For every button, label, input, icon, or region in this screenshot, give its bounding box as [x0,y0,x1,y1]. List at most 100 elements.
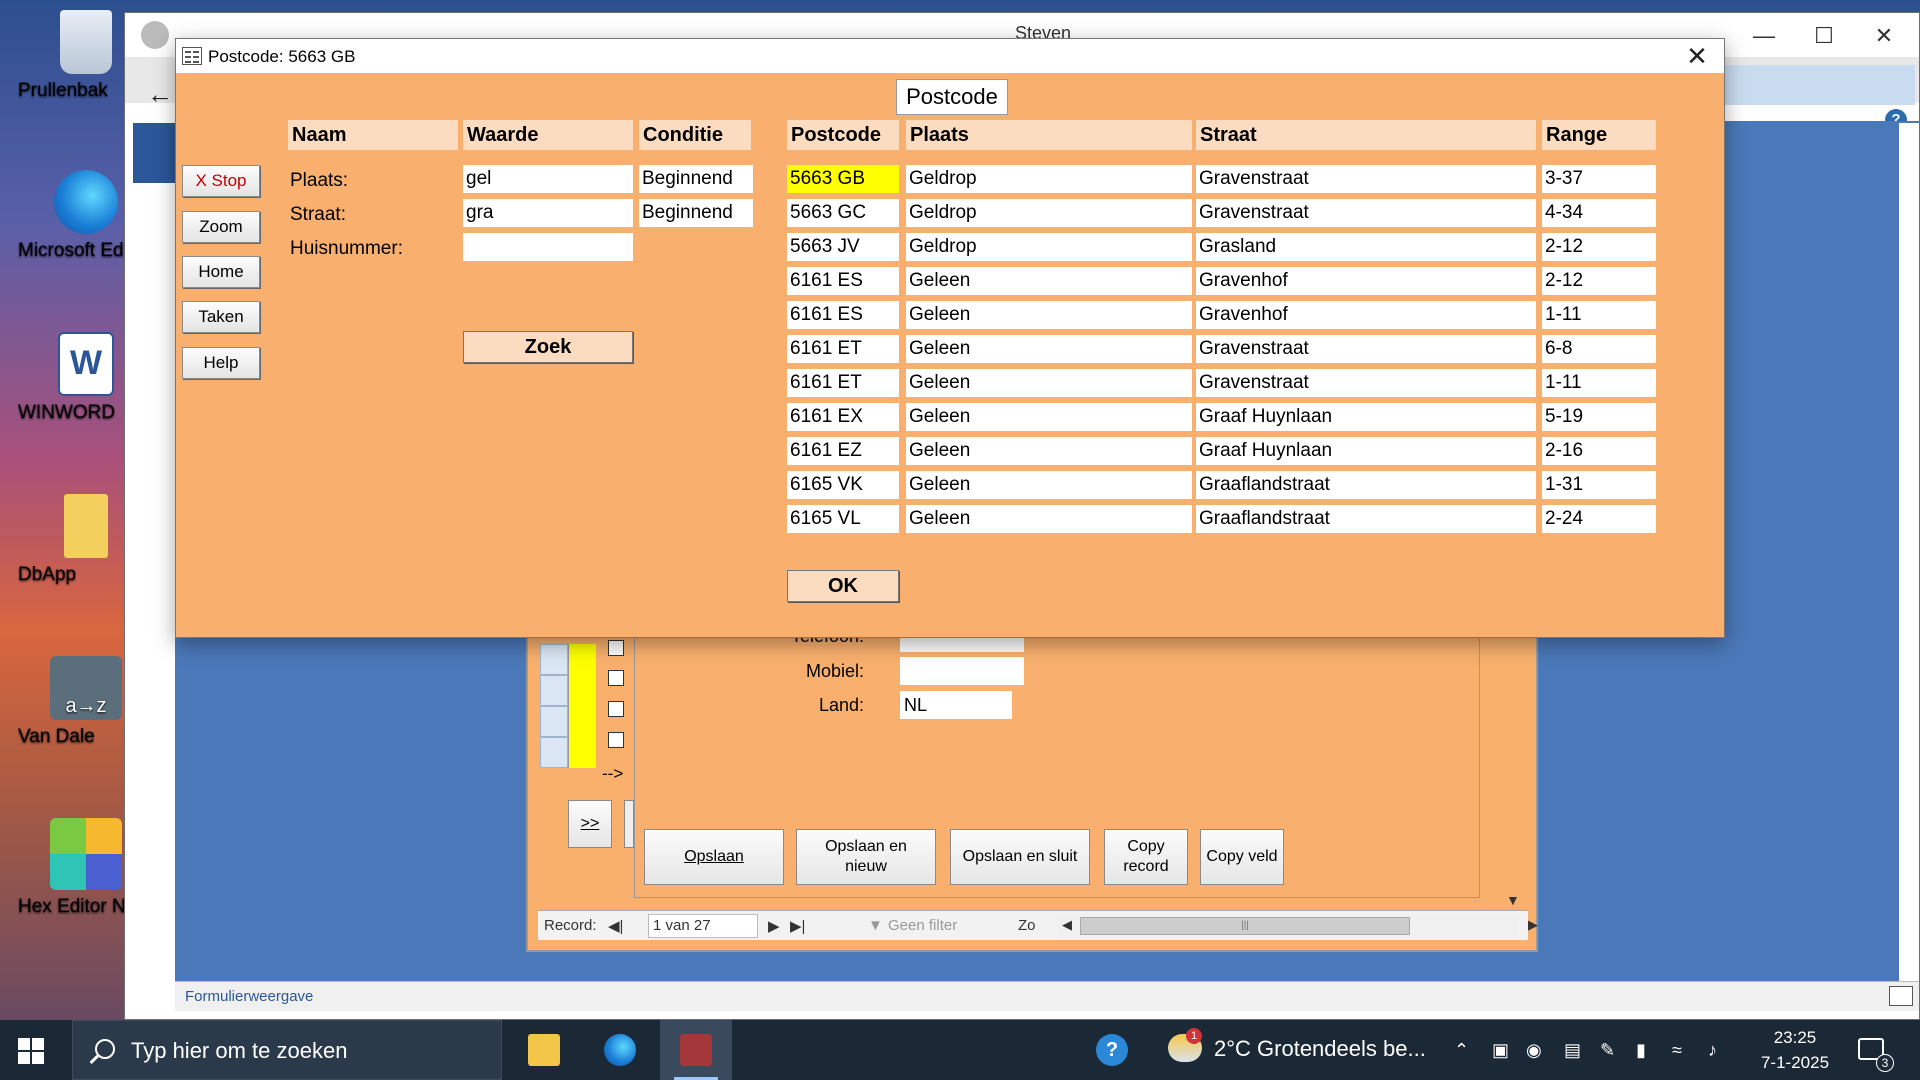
mobiel-field[interactable] [900,657,1024,685]
result-cell-plaats[interactable]: Geleen [906,403,1192,431]
checkbox[interactable] [608,670,624,686]
clock-date[interactable]: 7-1-2025 [1750,1053,1840,1073]
back-arrow-icon[interactable]: ← [147,79,173,110]
filter-icon[interactable]: ▼ [868,917,883,934]
windows-start-icon[interactable] [18,1038,44,1064]
result-cell-plaats[interactable]: Geleen [906,267,1192,295]
result-cell-straat[interactable]: Gravenstraat [1196,369,1536,397]
stop-button[interactable]: X Stop [182,165,260,197]
result-cell-plaats[interactable]: Geleen [906,505,1192,533]
battery-icon[interactable]: ▮ [1636,1040,1646,1061]
result-cell-range[interactable]: 1-11 [1542,301,1656,329]
close-window-button[interactable]: ✕ [1855,19,1913,53]
result-cell-postcode[interactable]: 6161 ES [787,267,899,295]
zoek-button[interactable]: Zoek [463,331,633,363]
scroll-down-arrow-icon[interactable]: ▼ [1506,892,1520,908]
result-cell-postcode[interactable]: 6161 EZ [787,437,899,465]
result-cell-range[interactable]: 3-37 [1542,165,1656,193]
chevron-up-icon[interactable]: ⌃ [1454,1040,1469,1061]
result-cell-range[interactable]: 2-24 [1542,505,1656,533]
result-cell-straat[interactable]: Gravenhof [1196,267,1536,295]
home-button[interactable]: Home [182,256,260,288]
result-cell-postcode[interactable]: 6161 ET [787,335,899,363]
result-cell-postcode[interactable]: 5663 GC [787,199,899,227]
record-selector[interactable] [540,706,568,737]
plaats-value-field[interactable]: gel [463,165,633,193]
result-cell-straat[interactable]: Graaf Huynlaan [1196,437,1536,465]
meet-icon[interactable]: ▣ [1492,1040,1509,1061]
result-cell-straat[interactable]: Graaflandstraat [1196,471,1536,499]
result-cell-plaats[interactable]: Geldrop [906,199,1192,227]
opslaan-button[interactable]: Opslaan [644,829,784,885]
navigation-pane-tab[interactable] [133,123,175,183]
scroll-thumb[interactable]: ||| [1080,917,1410,935]
result-cell-postcode[interactable]: 6165 VL [787,505,899,533]
result-cell-straat[interactable]: Gravenstraat [1196,165,1536,193]
result-cell-straat[interactable]: Gravenstraat [1196,335,1536,363]
record-number-input[interactable]: 1 van 27 [648,914,758,938]
result-cell-range[interactable]: 2-16 [1542,437,1656,465]
result-cell-plaats[interactable]: Geleen [906,301,1192,329]
result-cell-range[interactable]: 1-11 [1542,369,1656,397]
result-cell-postcode[interactable]: 5663 GB [787,165,899,193]
checkbox[interactable] [608,701,624,717]
result-cell-plaats[interactable]: Geleen [906,437,1192,465]
scroll-left-icon[interactable]: ◀ [1062,917,1072,933]
result-cell-postcode[interactable]: 5663 JV [787,233,899,261]
result-cell-postcode[interactable]: 6165 VK [787,471,899,499]
zoom-button[interactable]: Zoom [182,211,260,243]
wifi-icon[interactable]: ≈ [1672,1040,1682,1061]
result-cell-straat[interactable]: Grasland [1196,233,1536,261]
result-cell-plaats[interactable]: Geleen [906,471,1192,499]
result-cell-straat[interactable]: Gravenstraat [1196,199,1536,227]
record-selector[interactable] [540,675,568,706]
taskbar-edge[interactable] [584,1020,656,1080]
minimize-button[interactable]: — [1735,19,1793,53]
copy-veld-button[interactable]: Copy veld [1200,829,1284,885]
result-cell-range[interactable]: 5-19 [1542,403,1656,431]
weather-text[interactable]: 2°C Grotendeels be... [1214,1036,1426,1062]
camera-icon[interactable]: ◉ [1526,1040,1542,1061]
taken-button[interactable]: Taken [182,301,260,333]
taskbar-search-box[interactable]: Typ hier om te zoeken [72,1020,502,1080]
result-cell-postcode[interactable]: 6161 EX [787,403,899,431]
result-cell-straat[interactable]: Graaf Huynlaan [1196,403,1536,431]
next-button[interactable]: >> [568,800,612,848]
taskbar-file-explorer[interactable] [508,1020,580,1080]
opslaan-sluit-button[interactable]: Opslaan en sluit [950,829,1090,885]
ok-button[interactable]: OK [787,570,899,602]
network-icon[interactable]: ▤ [1564,1040,1581,1061]
help-circle-icon[interactable]: ? [1096,1034,1128,1066]
scroll-right-icon[interactable]: ▶ [1528,917,1538,933]
result-cell-range[interactable]: 6-8 [1542,335,1656,363]
opslaan-nieuw-button[interactable]: Opslaan en nieuw [796,829,936,885]
last-record-icon[interactable]: ▶| [790,917,805,935]
result-cell-range[interactable]: 4-34 [1542,199,1656,227]
result-cell-straat[interactable]: Gravenhof [1196,301,1536,329]
maximize-button[interactable]: ☐ [1795,19,1853,53]
form-view-icon[interactable] [1889,986,1913,1006]
huisnummer-value-field[interactable] [463,233,633,261]
close-icon[interactable]: ✕ [1680,42,1714,70]
user-avatar[interactable] [141,21,169,49]
result-cell-plaats[interactable]: Geleen [906,369,1192,397]
plaats-condition-field[interactable]: Beginnend [639,165,753,193]
result-cell-plaats[interactable]: Geldrop [906,165,1192,193]
result-cell-plaats[interactable]: Geleen [906,335,1192,363]
checkbox[interactable] [608,732,624,748]
record-selector[interactable] [540,644,568,675]
copy-record-button[interactable]: Copy record [1104,829,1188,885]
help-button[interactable]: Help [182,347,260,379]
volume-icon[interactable]: ♪ [1708,1040,1717,1061]
result-cell-range[interactable]: 2-12 [1542,233,1656,261]
button-partial[interactable] [624,800,634,848]
result-cell-postcode[interactable]: 6161 ET [787,369,899,397]
record-selector[interactable] [540,737,568,768]
land-field[interactable]: NL [900,691,1012,719]
next-record-icon[interactable]: ▶ [768,917,780,935]
result-cell-straat[interactable]: Graaflandstraat [1196,505,1536,533]
straat-value-field[interactable]: gra [463,199,633,227]
search-field[interactable]: Zo [1018,917,1036,934]
horizontal-scrollbar[interactable]: ◀ ||| ▶ [1058,915,1538,937]
result-cell-plaats[interactable]: Geldrop [906,233,1192,261]
